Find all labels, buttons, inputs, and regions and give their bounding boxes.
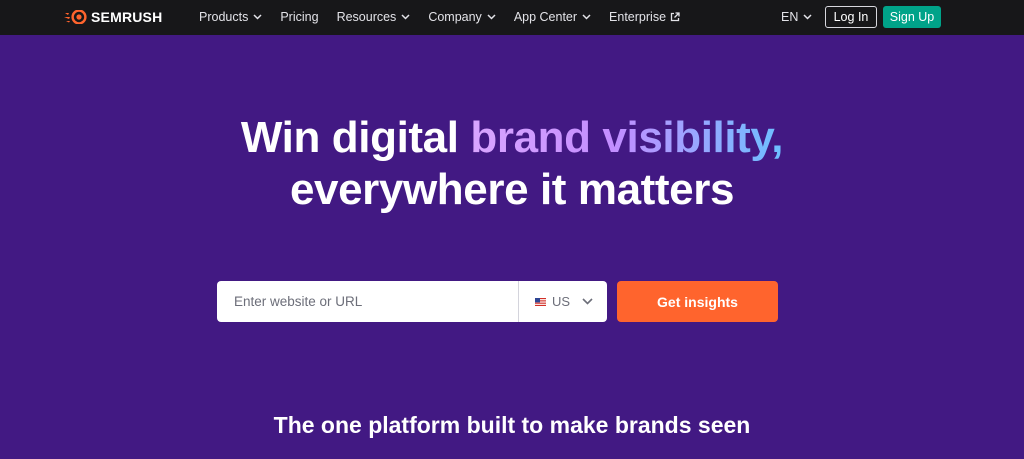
- semrush-logo[interactable]: SEMRUSH: [64, 9, 162, 25]
- main-menu: Products Pricing Resources Company App C…: [199, 9, 698, 25]
- hero-title: Win digital brand visibility, everywhere…: [0, 112, 1024, 216]
- semrush-fire-logo-icon: [64, 10, 87, 24]
- url-input[interactable]: [217, 281, 518, 322]
- section-subheading: The one platform built to make brands se…: [273, 412, 751, 438]
- nav-item-pricing[interactable]: Pricing: [280, 9, 318, 25]
- hero-title-line2: everywhere it matters: [289, 165, 735, 214]
- database-label: US: [552, 294, 571, 309]
- chevron-down-icon: [803, 14, 812, 20]
- hero-title-highlight: brand visibility,: [470, 113, 784, 162]
- nav-item-company[interactable]: Company: [428, 9, 496, 25]
- database-selector[interactable]: US: [518, 281, 607, 322]
- nav-item-label: Company: [428, 10, 482, 24]
- chevron-down-icon: [401, 14, 410, 20]
- get-insights-button[interactable]: Get insights: [617, 281, 778, 322]
- nav-item-label: Pricing: [280, 10, 319, 24]
- nav-item-label: App Center: [513, 10, 578, 24]
- login-button[interactable]: Log In: [825, 6, 877, 28]
- language-label: EN: [781, 10, 799, 24]
- top-navigation: SEMRUSH Products Pricing Resources Compa…: [0, 0, 1024, 35]
- brand-name: SEMRUSH: [91, 9, 163, 25]
- nav-item-label: Products: [199, 10, 249, 24]
- nav-item-resources[interactable]: Resources: [337, 9, 411, 25]
- domain-search-form: US: [217, 281, 607, 322]
- nav-item-label: Resources: [336, 10, 397, 24]
- nav-item-label: Enterprise: [609, 10, 667, 24]
- language-selector[interactable]: EN: [781, 9, 812, 25]
- us-flag-icon: [535, 297, 546, 306]
- signup-button[interactable]: Sign Up: [883, 6, 941, 28]
- nav-item-app-center[interactable]: App Center: [514, 9, 591, 25]
- chevron-down-icon: [582, 14, 591, 20]
- chevron-down-icon: [582, 298, 593, 305]
- chevron-down-icon: [487, 14, 496, 20]
- chevron-down-icon: [253, 14, 262, 20]
- nav-item-enterprise[interactable]: Enterprise: [609, 9, 680, 25]
- nav-item-products[interactable]: Products: [199, 9, 262, 25]
- external-link-icon: [670, 12, 680, 22]
- hero-title-part1: Win digital: [240, 113, 471, 162]
